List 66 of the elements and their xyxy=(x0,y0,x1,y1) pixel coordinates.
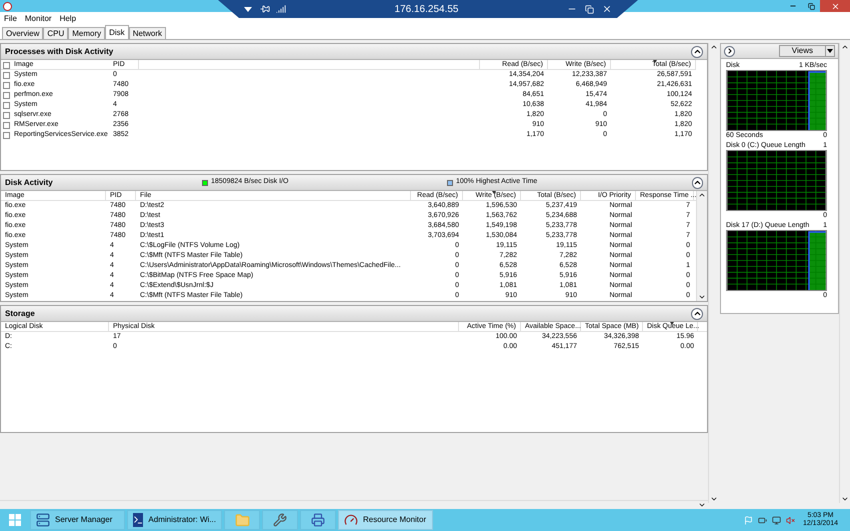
sort-arrow-icon xyxy=(492,191,496,194)
dropdown-icon[interactable] xyxy=(244,6,252,12)
checkbox[interactable] xyxy=(3,92,10,98)
windows-logo-icon xyxy=(9,514,21,526)
chevron-up-icon xyxy=(692,47,702,56)
sort-arrow-icon xyxy=(670,322,674,325)
restore-icon[interactable] xyxy=(585,4,594,14)
section-header[interactable]: Storage xyxy=(1,306,707,322)
expand-button[interactable] xyxy=(724,46,735,56)
pin-icon[interactable] xyxy=(260,4,270,14)
restore-icon xyxy=(808,2,814,10)
views-button[interactable]: Views xyxy=(778,45,835,57)
horizontal-scrollbar[interactable] xyxy=(0,500,708,509)
section-title: Processes with Disk Activity xyxy=(5,46,114,58)
tab[interactable]: Disk xyxy=(105,25,129,39)
dropdown-arrow-icon xyxy=(827,49,833,53)
checkbox[interactable] xyxy=(3,82,10,88)
taskbar-item[interactable] xyxy=(262,510,298,530)
flag-icon[interactable] xyxy=(744,516,753,524)
scrollbar[interactable] xyxy=(839,43,850,503)
taskbar-item[interactable]: Resource Monitor xyxy=(338,510,433,530)
checkbox[interactable] xyxy=(3,72,10,78)
gauge-icon xyxy=(344,513,358,527)
taskbar-item[interactable]: Server Manager xyxy=(30,510,125,530)
collapse-button[interactable] xyxy=(691,308,703,320)
checkbox[interactable] xyxy=(3,102,10,108)
tab[interactable]: Overview xyxy=(2,27,44,39)
tab[interactable]: CPU xyxy=(43,27,68,39)
section-title: Disk Activity xyxy=(5,176,54,188)
printer-icon xyxy=(311,513,325,527)
collapse-button[interactable] xyxy=(691,46,703,58)
scroll-up-icon xyxy=(698,191,706,199)
menu-item[interactable]: File xyxy=(4,13,17,25)
server-icon xyxy=(36,513,50,527)
scrollbar[interactable] xyxy=(696,191,707,301)
close-icon xyxy=(830,2,840,10)
checkbox[interactable] xyxy=(3,132,10,138)
close-icon[interactable] xyxy=(602,4,612,14)
collapse-button[interactable] xyxy=(692,176,703,188)
checkbox[interactable] xyxy=(3,122,10,128)
checkbox[interactable] xyxy=(3,112,10,118)
section-header[interactable]: Processes with Disk Activity xyxy=(1,44,707,60)
tab[interactable]: Network xyxy=(128,27,166,39)
chevron-up-icon xyxy=(692,309,702,318)
scroll-up-icon xyxy=(841,43,849,51)
scrollbar[interactable] xyxy=(708,43,718,503)
scroll-down-icon xyxy=(698,293,706,301)
folder-icon xyxy=(234,512,250,528)
muted-speaker-icon[interactable] xyxy=(786,516,795,524)
menu-item[interactable]: Monitor xyxy=(24,13,52,25)
menu-item[interactable]: Help xyxy=(60,13,76,25)
scroll-up-icon xyxy=(710,43,718,51)
section-title: Storage xyxy=(5,308,36,320)
tab[interactable]: Memory xyxy=(68,27,106,39)
signal-icon xyxy=(276,4,286,14)
remote-address: 176.16.254.55 xyxy=(394,2,460,16)
terminal-icon xyxy=(133,513,144,527)
wrench-icon xyxy=(273,513,287,527)
taskbar-item[interactable] xyxy=(300,510,336,530)
chevron-right-icon xyxy=(726,47,734,55)
battery-icon[interactable] xyxy=(758,516,767,524)
checkbox[interactable] xyxy=(3,62,10,68)
chevron-up-icon xyxy=(693,178,702,187)
taskbar-item[interactable]: Administrator: Wi... xyxy=(127,510,222,530)
sort-arrow-icon xyxy=(653,60,657,63)
scroll-down-icon xyxy=(841,495,849,503)
